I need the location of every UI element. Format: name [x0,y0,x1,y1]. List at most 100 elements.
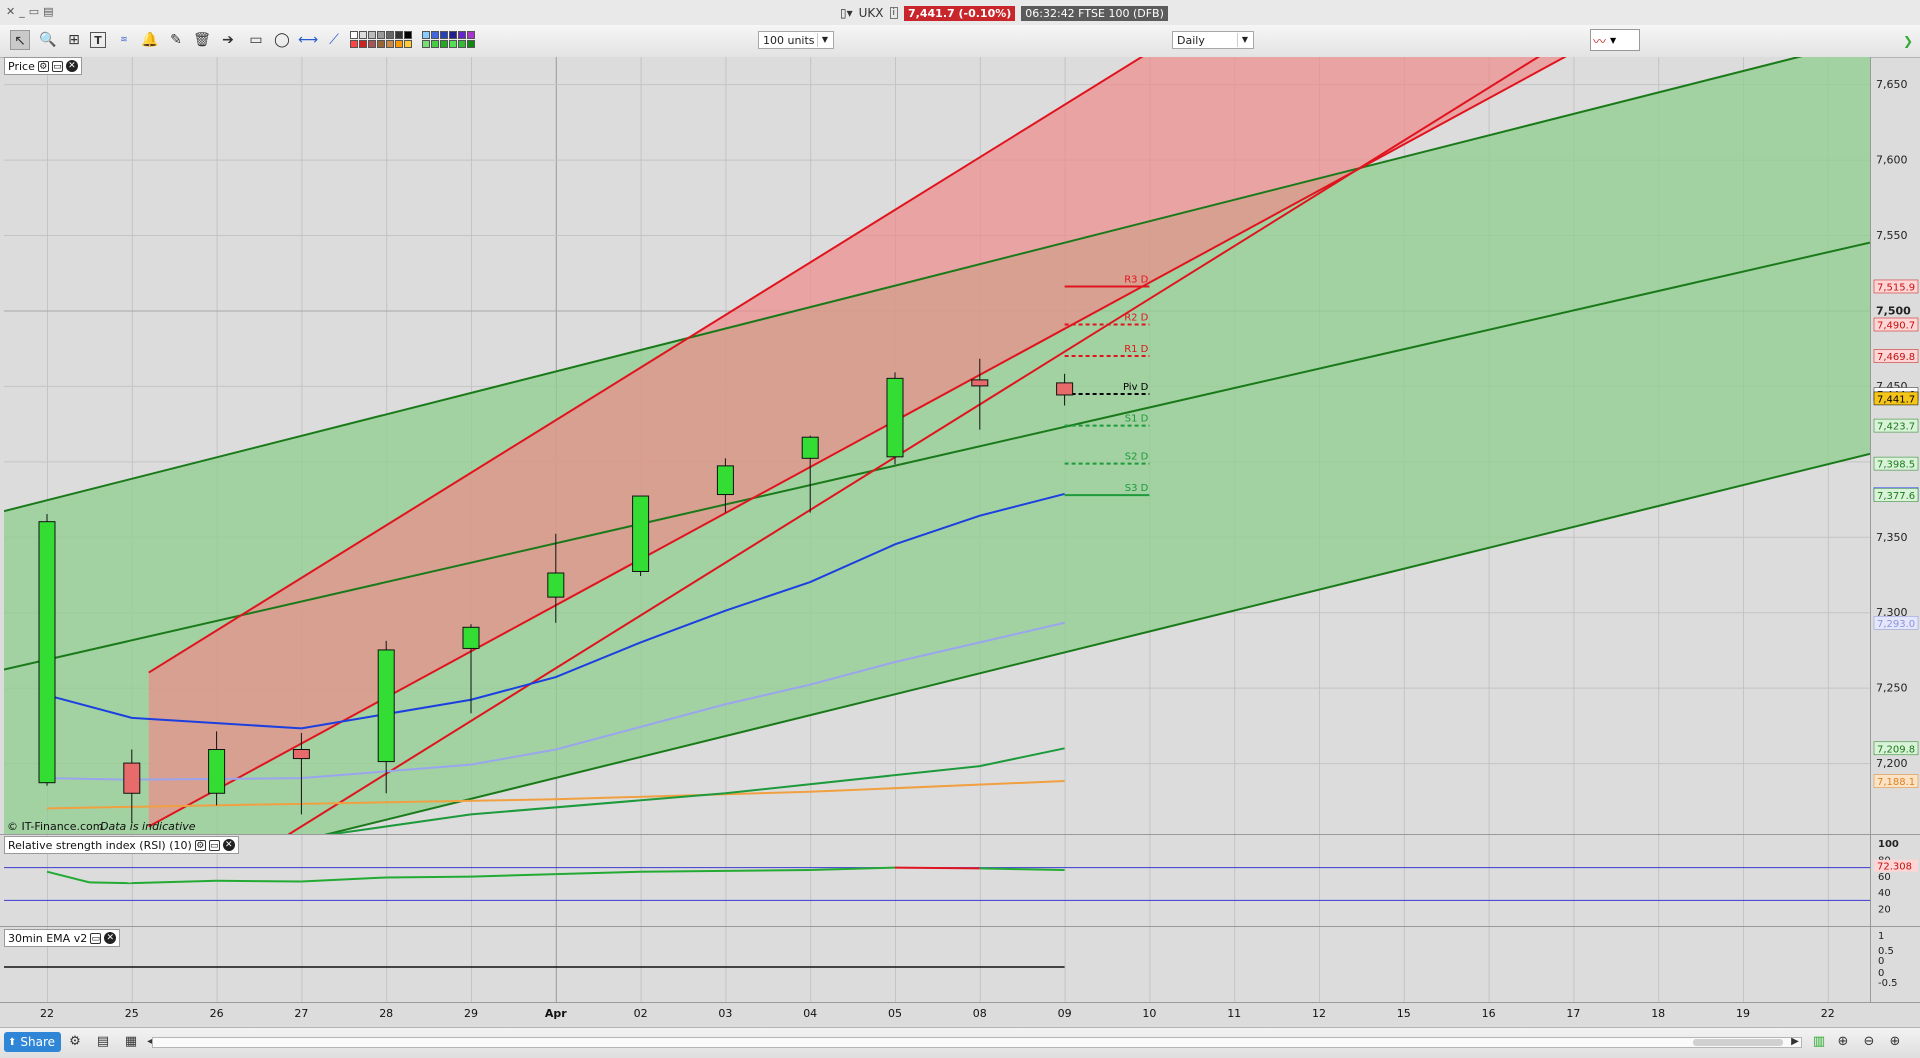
date-tick-label: 18 [1651,1007,1665,1020]
date-tick-label: 09 [1058,1007,1072,1020]
panel-expand-icon[interactable]: ❯ [1898,30,1918,52]
window-icon[interactable]: ▭ [90,932,102,944]
date-tick-label: 26 [210,1007,224,1020]
price-level-tag-text: 7,515.9 [1877,282,1915,293]
ema-panel-title: 30min EMA v2 [8,931,88,945]
instrument-icon[interactable]: ▯▾ [840,6,853,20]
watermark: © IT-Finance.com [7,820,104,833]
interval-select[interactable]: Daily ▼ [1172,31,1254,49]
line-icon[interactable]: ⟷ [298,30,318,50]
arrow-icon[interactable]: ➔ [218,30,238,50]
info-icon[interactable]: i [889,7,899,19]
scroll-right-icon[interactable]: ▶ [1786,1033,1804,1051]
units-select[interactable]: 100 units ▼ [758,31,834,49]
price-level-tag-text: 7,469.8 [1877,352,1915,363]
data-disclaimer: Data is indicative [100,820,196,833]
price-change-badge: 7,441.7 (-0.10%) [904,5,1016,21]
pivot-label: R3 D [1124,274,1148,285]
bullish-candle[interactable] [462,626,480,649]
fib-lines-icon[interactable]: ≋ [114,30,134,50]
chart-style-icon[interactable]: ▥ [1810,1033,1828,1051]
pointer-icon[interactable]: ↖ [10,30,30,50]
rsi-line-segment [725,869,811,872]
date-tick-label: 25 [125,1007,139,1020]
zoom-fit-icon[interactable]: ⊕ [1834,1033,1852,1051]
bullish-candle[interactable] [801,436,819,459]
rsi-axis-label: 40 [1878,888,1891,899]
bearish-candle[interactable] [971,379,989,387]
price-tick-label: 7,550 [1876,229,1908,242]
bullish-candle[interactable] [38,521,56,784]
zoom-out-icon[interactable]: ⊖ [1860,1033,1878,1051]
rsi-line-segment [89,881,132,885]
trendline-icon[interactable]: ⟋ [324,30,344,50]
price-level-tag-text: 7,293.0 [1877,619,1915,630]
color-palette[interactable] [350,31,505,51]
date-tick-label: 10 [1142,1007,1156,1020]
close-window-icon[interactable]: ✕ [6,5,15,18]
rsi-line-segment [216,879,302,883]
close-icon[interactable]: ✕ [222,839,235,851]
pivot-label: R1 D [1124,344,1148,355]
zoom-in-icon[interactable]: ⊕ [1886,1033,1904,1051]
horizontal-scrollbar[interactable] [152,1037,1802,1048]
window-controls: ✕ _ ▭ ▤ [6,5,54,18]
minimize-window-icon[interactable]: _ [19,5,25,18]
scrollbar-thumb[interactable] [1693,1039,1783,1046]
share-button[interactable]: ⬆ Share [4,1032,62,1052]
chevron-down-icon: ▼ [1237,33,1252,47]
date-tick-label: 11 [1227,1007,1241,1020]
date-tick-label: 15 [1397,1007,1411,1020]
bearish-candle[interactable] [1056,382,1074,396]
price-level-tag-text: 7,209.8 [1877,744,1915,755]
ema-axis-label: -0.5 [1878,978,1898,989]
bullish-candle[interactable] [208,749,226,794]
ruler-icon[interactable]: ✎ [166,30,186,50]
settings-icon[interactable]: ⚙ [66,1033,84,1051]
drawing-toolbar: ↖ 🔍 ⊞ T ≋ 🔔 ✎ 🗑 ➔ ▭ ◯ ⟷ ⟋ 100 units ▼ Da… [0,25,1920,58]
bottom-bar: ⬆ Share ⚙ ▤ ▦ ◀ ▶ ▥ ⊕ ⊖ ⊕ [0,1027,1920,1058]
price-level-tag-text: 7,188.1 [1877,777,1915,788]
grid-icon[interactable]: ▦ [122,1033,140,1051]
rsi-panel-label: Relative strength index (RSI) (10) ⚙ ▭ ✕ [4,836,239,854]
rsi-line-segment [640,869,726,873]
bullish-candle[interactable] [716,465,734,496]
instrument-symbol[interactable]: UKX [859,6,884,20]
pivot-label: Piv D [1123,382,1149,393]
price-level-tag-text: 7,398.5 [1877,460,1915,471]
bullish-candle[interactable] [886,377,904,458]
trash-icon[interactable]: 🗑 [192,30,212,50]
close-icon[interactable]: ✕ [65,60,78,72]
close-icon[interactable]: ✕ [104,932,117,944]
bearish-candle[interactable] [123,762,141,794]
date-tick-label: 08 [973,1007,987,1020]
date-tick-label: 02 [634,1007,648,1020]
bullish-candle[interactable] [632,495,650,572]
chart-area[interactable]: R3 D R2 D R1 D Piv D S1 D S2 D S3 D 10 08 0 60 40 2… [0,57,1920,1027]
alert-bell-icon[interactable]: 🔔 [140,30,160,50]
window-icon[interactable]: ▭ [51,60,63,72]
chart-type-icon[interactable]: ⊞ [64,30,84,50]
date-tick-label: 22 [1821,1007,1835,1020]
title-bar: ✕ _ ▭ ▤ ▯▾ UKX i 7,441.7 (-0.10%) 06:32:… [0,0,1920,26]
window-icon[interactable]: ▭ [208,839,220,851]
zoom-icon[interactable]: 🔍 [38,30,58,50]
layout-icon[interactable]: ▤ [94,1033,112,1051]
indicator-chart-icon: 〰 [1593,34,1607,50]
bullish-candle[interactable] [547,572,565,598]
rsi-axis-label: 60 [1878,872,1891,883]
rectangle-icon[interactable]: ▭ [246,30,266,50]
price-level-tag-text: 7,490.7 [1877,320,1915,331]
text-icon[interactable]: T [90,32,106,48]
bearish-candle[interactable] [292,749,310,760]
restore-window-icon[interactable]: ▭ [29,5,39,18]
wrench-icon[interactable]: ⚙ [37,60,49,72]
bullish-candle[interactable] [377,649,395,763]
price-tick-label: 7,350 [1876,531,1908,544]
menu-window-icon[interactable]: ▤ [43,5,53,18]
rsi-panel-title: Relative strength index (RSI) (10) [8,838,192,852]
price-tick-label: 7,250 [1876,682,1908,695]
ellipse-icon[interactable]: ◯ [272,30,292,50]
wrench-icon[interactable]: ⚙ [194,839,206,851]
indicator-menu-button[interactable]: 〰 ▼ [1590,29,1640,51]
